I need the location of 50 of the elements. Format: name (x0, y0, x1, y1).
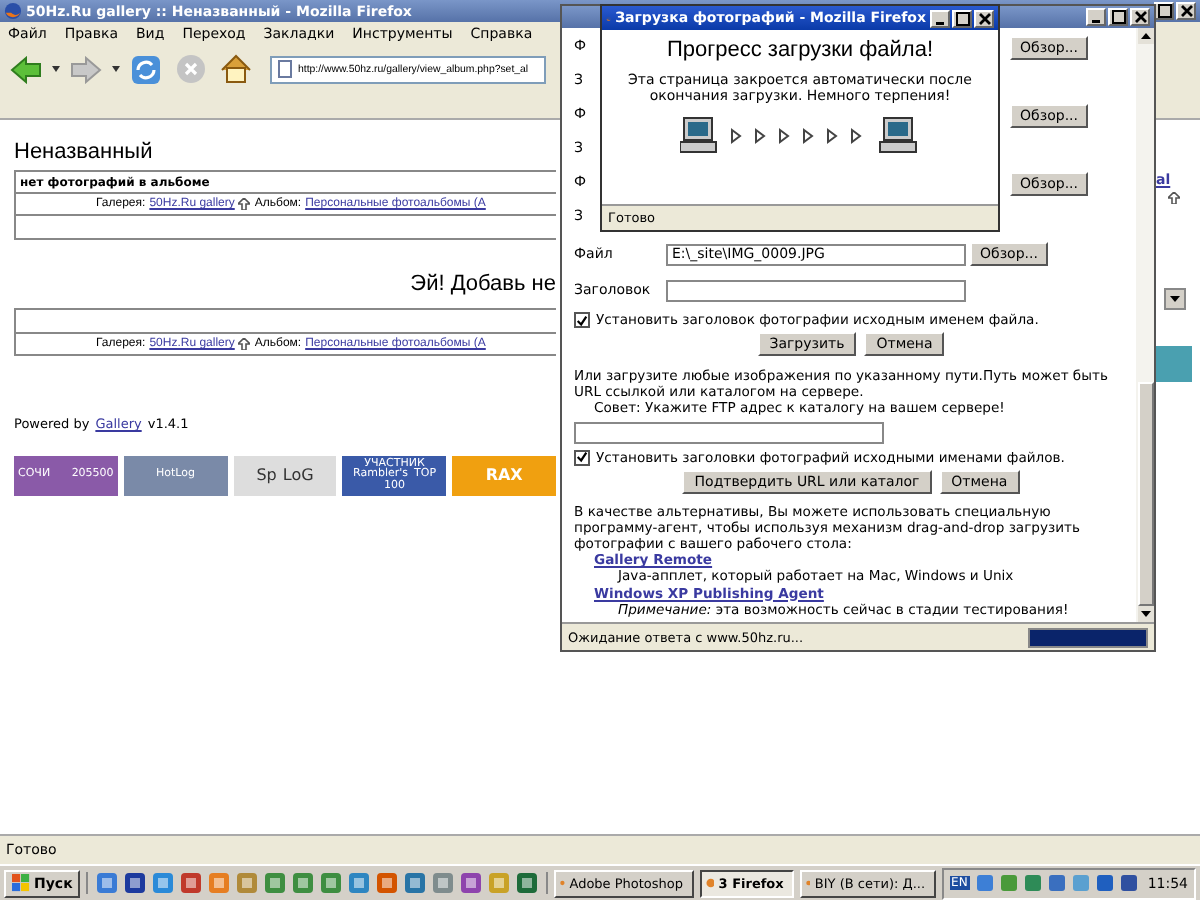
maximize-icon (955, 11, 969, 25)
maximize-button[interactable] (952, 9, 972, 27)
url-field[interactable] (574, 421, 884, 444)
up-arrow-icon (1168, 192, 1180, 204)
up-arrow-icon (238, 338, 251, 350)
quick-launch-icon[interactable] (96, 872, 119, 894)
close-button[interactable] (1176, 2, 1196, 20)
close-icon (977, 11, 991, 25)
caret-icon (52, 66, 60, 72)
progress-heading: Прогресс загрузки файла! (666, 38, 934, 62)
arrow-up-icon[interactable] (1137, 28, 1153, 44)
reload-button[interactable] (126, 53, 166, 85)
caret-icon (1170, 296, 1180, 302)
close-button[interactable] (974, 9, 994, 27)
caption-field[interactable] (666, 279, 966, 301)
scrollbar[interactable] (1136, 28, 1154, 622)
up-arrow-icon (238, 198, 251, 210)
album-title: Неназванный (14, 140, 155, 164)
quick-launch-icon[interactable] (516, 872, 539, 894)
app-icon (705, 874, 715, 892)
checkbox[interactable] (574, 312, 590, 329)
close-icon (1179, 4, 1193, 18)
quick-launch-icon[interactable] (404, 872, 427, 894)
close-icon (1133, 10, 1147, 24)
dropdown-button[interactable] (1164, 288, 1186, 310)
home-button[interactable] (216, 54, 256, 84)
quick-launch-icon[interactable] (376, 872, 399, 894)
arrow-down-icon[interactable] (1137, 606, 1153, 622)
forward-button[interactable] (66, 55, 106, 83)
add-photos-prompt: Эй! Добавь не (408, 272, 556, 296)
maximize-button[interactable] (1154, 2, 1174, 20)
flag-icon (12, 874, 30, 892)
close-button[interactable] (1130, 8, 1150, 26)
quick-launch-icon[interactable] (292, 872, 315, 894)
minimize-button[interactable] (930, 9, 950, 27)
maximize-icon (1157, 4, 1171, 18)
quick-launch-icon[interactable] (264, 872, 287, 894)
maximize-button[interactable] (1108, 8, 1128, 26)
minimize-button[interactable] (1086, 8, 1106, 26)
counter-banner[interactable]: Sp LoG (233, 456, 337, 496)
quick-launch-icon[interactable] (460, 872, 483, 894)
image-placeholder (1156, 346, 1192, 382)
page-icon (278, 60, 292, 78)
maximize-icon (1111, 10, 1125, 24)
checkbox[interactable] (574, 449, 590, 466)
quick-launch-icon[interactable] (180, 872, 203, 894)
back-button[interactable] (6, 55, 46, 83)
quick-launch-icon[interactable] (124, 872, 147, 894)
caret-icon (112, 66, 120, 72)
quick-launch-icon[interactable] (320, 872, 343, 894)
